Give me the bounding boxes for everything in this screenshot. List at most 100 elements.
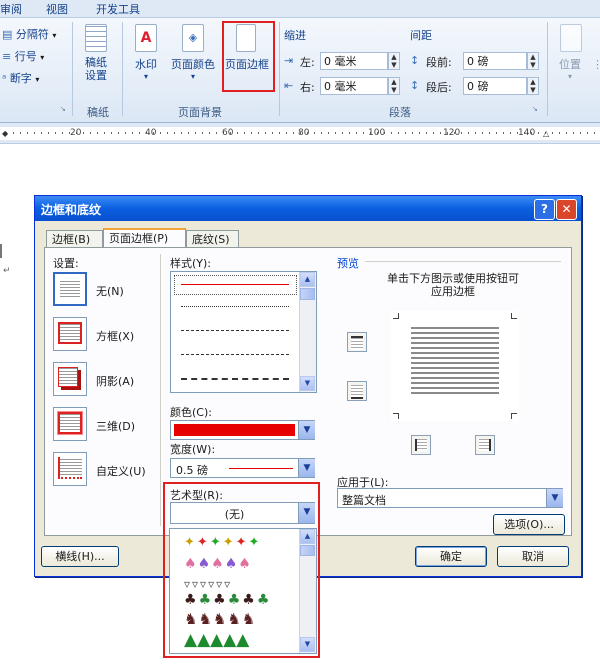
chevron-down-icon[interactable]: ▼ — [298, 459, 315, 477]
setting-none-label[interactable]: 无(N) — [96, 283, 124, 299]
indent-right-icon: ⇤ — [284, 79, 294, 92]
tab-developer[interactable]: 开发工具 — [96, 1, 140, 17]
indent-right-spinner[interactable]: ▲ ▼ — [388, 77, 400, 95]
cancel-button[interactable]: 取消 — [497, 546, 569, 567]
right-indent-marker-icon[interactable]: △ — [543, 129, 549, 138]
tab-borders[interactable]: 边框(B) — [46, 230, 103, 247]
hyphenation-button[interactable]: ᵃ 断字 ▾ — [2, 70, 64, 86]
preview-page[interactable] — [391, 311, 519, 421]
preview-rule — [365, 261, 561, 262]
paragraph-launcher-icon[interactable]: ↘ — [532, 105, 538, 113]
ruler-mark: 140 — [518, 128, 536, 138]
style-listbox[interactable]: ▲ ▼ — [170, 271, 317, 393]
scroll-thumb[interactable] — [300, 288, 315, 300]
close-button[interactable]: ✕ — [556, 199, 577, 220]
spacing-title: 间距 — [410, 29, 432, 42]
left-border-button[interactable] — [411, 435, 431, 455]
style-option-selected[interactable] — [174, 275, 297, 295]
paragraph-group-label: 段落 — [389, 106, 411, 119]
group-separator — [72, 22, 73, 116]
width-combo[interactable]: 0.5 磅 ▼ — [170, 458, 315, 478]
spacing-before-icon: ↕ — [410, 54, 420, 67]
width-preview-line — [229, 468, 293, 469]
bottom-border-button[interactable] — [347, 381, 367, 401]
apply-to-value: 整篇文档 — [342, 494, 386, 507]
ok-button[interactable]: 确定 — [415, 546, 487, 567]
settings-label: 设置: — [53, 257, 79, 270]
preview-hint: 单击下方图示或使用按钮可 应用边框 — [387, 272, 519, 298]
ruler-mark: 120 — [443, 128, 461, 138]
style-option[interactable] — [181, 378, 289, 380]
options-button[interactable]: 选项(O)... — [493, 514, 565, 535]
spacing-before-input[interactable]: 0 磅 — [463, 52, 527, 70]
indent-right-input[interactable]: 0 毫米 — [320, 77, 388, 95]
setting-shadow-icon[interactable] — [53, 362, 87, 396]
paper-setup-button[interactable]: 稿纸 设置 — [78, 24, 114, 82]
setting-none-icon[interactable] — [53, 272, 87, 306]
horizontal-line-button[interactable]: 横线(H)... — [41, 546, 119, 567]
setting-3d-label[interactable]: 三维(D) — [96, 418, 135, 434]
setting-shadow-label[interactable]: 阴影(A) — [96, 373, 134, 389]
spacing-after-spinner[interactable]: ▲ ▼ — [527, 77, 539, 95]
help-button[interactable]: ? — [534, 199, 555, 220]
watermark-icon: A — [135, 24, 157, 52]
group-separator — [122, 22, 123, 116]
watermark-button[interactable]: A 水印 ▾ — [128, 24, 164, 81]
style-scrollbar[interactable]: ▲ ▼ — [299, 272, 316, 392]
spacing-before-spinner[interactable]: ▲ ▼ — [527, 52, 539, 70]
dialog-title: 边框和底纹 — [41, 203, 102, 217]
indent-left-icon: ⇥ — [284, 54, 294, 67]
color-label: 颜色(C): — [170, 406, 212, 419]
style-option[interactable] — [181, 354, 289, 355]
chevron-down-icon[interactable]: ▼ — [298, 421, 315, 439]
indent-title: 缩进 — [284, 29, 306, 42]
more-icon[interactable]: ⋮ — [592, 58, 600, 78]
color-combo[interactable]: ▼ — [170, 420, 315, 440]
color-swatch — [174, 424, 295, 436]
spacing-after-label: 段后: — [426, 81, 452, 94]
group-separator — [547, 22, 548, 116]
chevron-down-icon[interactable]: ▼ — [546, 489, 563, 507]
ruler-mark: 20 — [70, 128, 82, 138]
page-color-button[interactable]: ◈ 页面颜色 ▾ — [168, 24, 218, 81]
setting-custom-label[interactable]: 自定义(U) — [96, 463, 146, 479]
highlight-art-section — [163, 482, 320, 658]
ruler-mark: 80 — [298, 128, 310, 138]
indent-marker-icon[interactable]: ◆ — [2, 129, 8, 138]
apply-to-select[interactable]: 整篇文档 ▼ — [337, 488, 563, 508]
tab-page-border[interactable]: 页面边框(P) — [103, 228, 186, 247]
preview-label: 预览 — [337, 257, 359, 270]
width-label: 宽度(W): — [170, 443, 216, 456]
setting-3d-icon[interactable] — [53, 407, 87, 441]
highlight-page-border — [222, 21, 275, 92]
top-border-button[interactable] — [347, 332, 367, 352]
setting-box-icon[interactable] — [53, 317, 87, 351]
line-numbers-button[interactable]: ≡ 行号 ▾ — [2, 48, 64, 64]
group-launcher-icon[interactable]: ↘ — [60, 105, 68, 113]
paragraph-mark-icon: ↵ — [3, 266, 11, 276]
paper-group-label: 稿纸 — [87, 106, 109, 119]
breaks-button[interactable]: ▤ 分隔符 ▾ — [2, 26, 64, 42]
style-option[interactable] — [181, 330, 289, 331]
style-option[interactable] — [181, 306, 289, 307]
scroll-up-icon[interactable]: ▲ — [300, 272, 315, 287]
grid-paper-icon — [85, 24, 107, 52]
ruler-mark: 60 — [222, 128, 234, 138]
indent-left-spinner[interactable]: ▲ ▼ — [388, 52, 400, 70]
scroll-down-icon[interactable]: ▼ — [300, 376, 315, 391]
spacing-after-input[interactable]: 0 磅 — [463, 77, 527, 95]
tab-shading[interactable]: 底纹(S) — [186, 230, 239, 247]
spacing-before-label: 段前: — [426, 56, 452, 69]
indent-left-input[interactable]: 0 毫米 — [320, 52, 388, 70]
right-border-button[interactable] — [475, 435, 495, 455]
setting-box-label[interactable]: 方框(X) — [96, 328, 134, 344]
position-button[interactable]: 位置 ▾ — [554, 24, 586, 81]
indent-left-label: 左: — [300, 56, 315, 69]
tab-view[interactable]: 视图 — [46, 1, 68, 17]
spacing-after-icon: ↕ — [410, 79, 420, 92]
dialog-titlebar[interactable]: 边框和底纹 ? ✕ — [35, 196, 581, 221]
ruler-mark: 40 — [145, 128, 157, 138]
ruler-strip[interactable]: 20 40 60 80 100 120 140 — [0, 127, 600, 140]
tab-review[interactable]: 审阅 — [0, 1, 22, 17]
setting-custom-icon[interactable] — [53, 452, 87, 486]
